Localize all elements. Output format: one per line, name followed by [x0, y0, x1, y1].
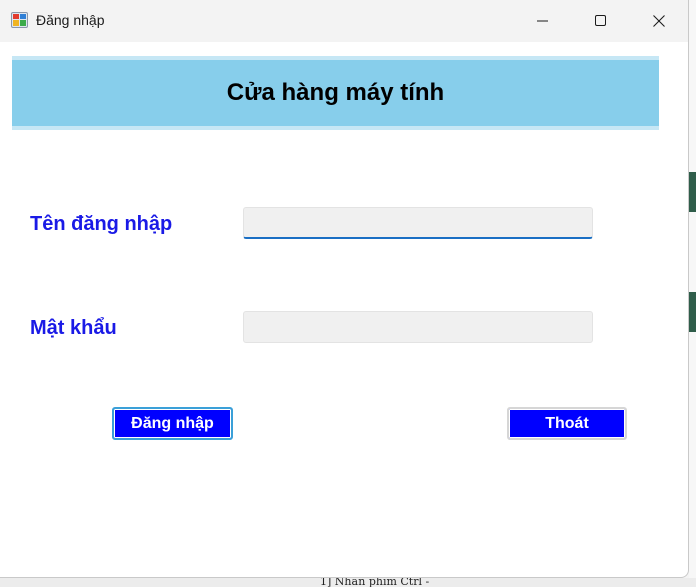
background-partial-text: 1] Nhấn phím Ctrl - — [320, 578, 430, 587]
login-button-label: Đăng nhập — [131, 414, 214, 432]
minimize-button[interactable] — [514, 0, 572, 42]
background-window-edge — [689, 0, 696, 578]
store-header-panel: Cửa hàng máy tính — [12, 56, 659, 130]
login-button[interactable]: Đăng nhập — [112, 407, 233, 440]
title-bar[interactable]: Đăng nhập — [0, 0, 688, 42]
maximize-button[interactable] — [572, 0, 630, 42]
close-button[interactable] — [630, 0, 688, 42]
username-input[interactable] — [243, 207, 593, 239]
password-input[interactable] — [243, 311, 593, 343]
close-icon — [653, 15, 665, 27]
background-window-edge-dark-2 — [689, 292, 696, 332]
username-label: Tên đăng nhập — [30, 213, 173, 235]
store-title: Cửa hàng máy tính — [226, 79, 445, 106]
login-window: Đăng nhập Cửa hàng máy tính Tên đăng nhậ… — [0, 0, 689, 578]
password-label: Mật khẩu — [30, 317, 117, 339]
background-window-bottom: 1] Nhấn phím Ctrl - — [0, 578, 696, 587]
maximize-icon — [595, 15, 606, 26]
exit-button[interactable]: Thoát — [507, 407, 627, 440]
exit-button-label: Thoát — [545, 414, 589, 432]
minimize-icon — [537, 20, 548, 22]
background-window-edge-dark — [689, 172, 696, 212]
window-title: Đăng nhập — [36, 12, 105, 28]
winforms-app-icon — [11, 12, 28, 28]
